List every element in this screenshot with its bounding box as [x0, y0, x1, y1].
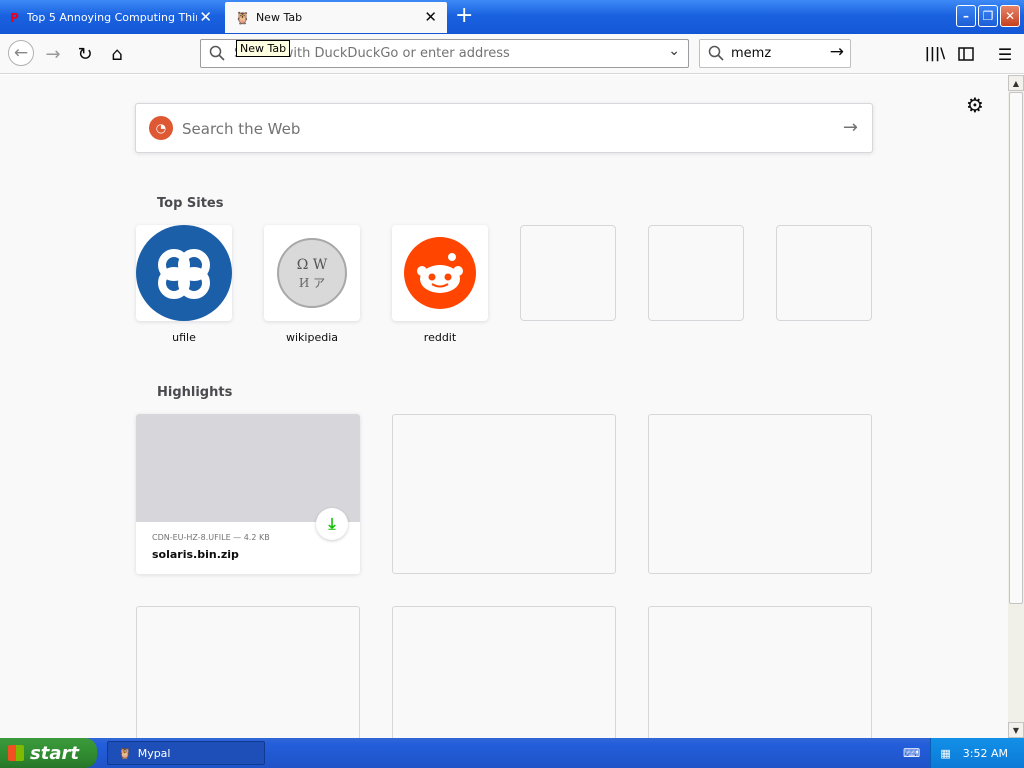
pinterest-icon: P	[10, 10, 19, 25]
task-label: Mypal	[137, 746, 171, 760]
hamburger-menu-icon[interactable]: ☰	[994, 43, 1016, 65]
search-icon	[209, 45, 225, 65]
mypal-icon: 🦉	[235, 10, 250, 25]
nav-toolbar: ← → ↻ ⌂ Search with DuckDuckGo or enter …	[0, 34, 1024, 74]
maximize-button[interactable]: ❐	[978, 5, 998, 27]
tab-title: New Tab	[255, 11, 303, 24]
empty-tile	[776, 225, 872, 321]
new-tab-page: ⚙ ◔ Search the Web → Top Sites ufile Ω W…	[0, 75, 1008, 738]
download-icon: ⤓	[316, 508, 348, 540]
web-search-placeholder: Search the Web	[182, 120, 301, 138]
start-button[interactable]: start	[0, 738, 97, 768]
duckduckgo-icon: ◔	[149, 116, 173, 140]
system-tray: ▦ 3:52 AM	[930, 738, 1024, 768]
chevron-down-icon[interactable]: ⌄	[668, 43, 680, 59]
highlight-thumbnail	[136, 414, 360, 522]
web-search-box[interactable]: ◔ Search the Web →	[135, 103, 873, 153]
back-button[interactable]: ←	[8, 40, 34, 66]
sidebar-icon[interactable]	[955, 43, 977, 65]
tooltip: New Tab	[236, 40, 291, 57]
highlights-title: Highlights	[157, 385, 233, 400]
gear-icon[interactable]: ⚙	[966, 93, 984, 117]
tab-title: Top 5 Annoying Computing Things	[26, 11, 197, 24]
taskbar-item-mypal[interactable]: 🦉 Mypal	[107, 741, 265, 765]
scrollbar-thumb[interactable]	[1009, 92, 1023, 604]
site-label: wikipedia	[285, 331, 338, 344]
close-window-button[interactable]: ✕	[1000, 5, 1020, 27]
arrow-right-icon[interactable]: →	[843, 117, 858, 138]
clock: 3:52 AM	[962, 746, 1008, 760]
network-icon[interactable]: ▦	[940, 747, 950, 760]
new-tab-button[interactable]: +	[455, 5, 473, 27]
svg-text:И ア: И ア	[299, 276, 325, 290]
mypal-icon: 🦉	[118, 746, 132, 760]
forward-button[interactable]: →	[42, 43, 64, 65]
svg-text:Ω W: Ω W	[297, 257, 328, 273]
empty-tile	[648, 225, 744, 321]
start-label: start	[30, 742, 79, 764]
top-site-empty[interactable]	[520, 225, 616, 321]
highlight-empty	[136, 606, 360, 738]
tab-new-tab[interactable]: 🦉 New Tab ✕	[225, 2, 447, 33]
top-sites-title: Top Sites	[157, 196, 224, 211]
empty-tile	[520, 225, 616, 321]
site-label: reddit	[423, 331, 457, 344]
top-site-empty[interactable]	[776, 225, 872, 321]
home-button[interactable]: ⌂	[106, 43, 128, 65]
highlight-card[interactable]: ⤓ CDN-EU-HZ-8.UFILE — 4.2 KB solaris.bin…	[136, 414, 360, 574]
arrow-right-icon[interactable]: →	[830, 42, 844, 62]
tab-top5[interactable]: P Top 5 Annoying Computing Things ✕	[0, 2, 222, 33]
vertical-scrollbar[interactable]: ▲ ▼	[1008, 75, 1024, 738]
top-site-wikipedia[interactable]: Ω W И ア wikipedia	[264, 225, 360, 344]
top-site-reddit[interactable]: reddit	[392, 225, 488, 344]
highlight-filename: solaris.bin.zip	[152, 548, 239, 561]
highlight-meta: CDN-EU-HZ-8.UFILE — 4.2 KB	[152, 533, 270, 542]
minimize-button[interactable]: –	[956, 5, 976, 27]
reddit-logo	[392, 225, 488, 321]
top-site-empty[interactable]	[648, 225, 744, 321]
close-icon[interactable]: ✕	[424, 10, 437, 25]
scroll-up-button[interactable]: ▲	[1008, 75, 1024, 91]
title-bar: P Top 5 Annoying Computing Things ✕ 🦉 Ne…	[0, 0, 1024, 34]
library-icon[interactable]: |||\	[924, 43, 946, 65]
ufile-logo	[136, 225, 232, 321]
wikipedia-logo: Ω W И ア	[264, 225, 360, 321]
top-site-ufile[interactable]: ufile	[136, 225, 232, 344]
close-icon[interactable]: ✕	[199, 10, 212, 25]
highlight-empty	[648, 606, 872, 738]
highlight-empty	[392, 606, 616, 738]
keyboard-icon[interactable]: ⌨	[903, 746, 920, 760]
highlight-empty	[392, 414, 616, 574]
reload-button[interactable]: ↻	[74, 43, 96, 65]
taskbar: start 🦉 Mypal ⌨ ▦ 3:52 AM	[0, 738, 1024, 768]
site-label: ufile	[172, 331, 196, 344]
scroll-down-button[interactable]: ▼	[1008, 722, 1024, 738]
search-bar[interactable]: memz →	[699, 39, 851, 68]
search-input[interactable]: memz	[731, 46, 771, 61]
search-icon	[708, 45, 724, 65]
windows-logo-icon	[8, 745, 24, 761]
highlight-empty	[648, 414, 872, 574]
